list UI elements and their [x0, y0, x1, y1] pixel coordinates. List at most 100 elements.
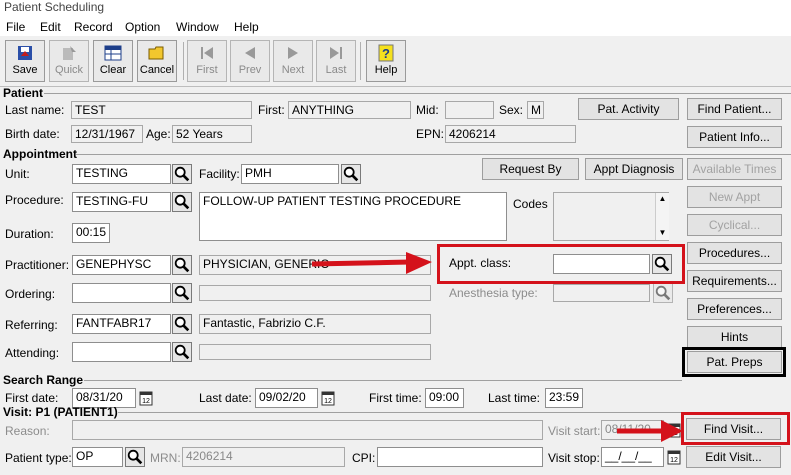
- referring-name-field[interactable]: Fantastic, Fabrizio C.F.: [199, 314, 431, 334]
- new-appt-button[interactable]: New Appt: [687, 186, 782, 208]
- prev-label: Prev: [238, 64, 262, 76]
- quick-label: Quick: [54, 64, 84, 76]
- help-label: Help: [374, 64, 398, 76]
- menu-help[interactable]: Help: [234, 20, 259, 34]
- reason-field[interactable]: [72, 420, 543, 440]
- svg-text:?: ?: [382, 46, 390, 61]
- visit-stop-label: Visit stop:: [548, 451, 600, 465]
- menu-record[interactable]: Record: [74, 20, 113, 34]
- red-arrow-icon: [311, 252, 432, 274]
- pat-activity-button[interactable]: Pat. Activity: [578, 98, 679, 120]
- cpi-field[interactable]: [377, 447, 543, 467]
- edit-visit-button[interactable]: Edit Visit...: [686, 446, 781, 468]
- practitioner-search-button[interactable]: [172, 255, 192, 275]
- menu-file[interactable]: File: [6, 20, 25, 34]
- duration-field[interactable]: 00:15: [72, 223, 110, 243]
- mid-label: Mid:: [416, 103, 439, 117]
- calendar-icon[interactable]: [139, 390, 153, 406]
- appt-class-field[interactable]: [553, 254, 650, 274]
- available-times-button[interactable]: Available Times: [687, 158, 782, 180]
- referring-search-button[interactable]: [172, 314, 192, 334]
- epn-label: EPN:: [416, 127, 445, 141]
- birth-date-field[interactable]: 12/31/1967: [71, 125, 143, 143]
- hints-button[interactable]: Hints: [687, 326, 782, 348]
- divider: [76, 154, 791, 155]
- request-by-button[interactable]: Request By: [482, 158, 579, 180]
- unit-field[interactable]: TESTING: [72, 164, 171, 184]
- practitioner-label: Practitioner:: [5, 258, 70, 272]
- cyclical-button[interactable]: Cyclical...: [687, 214, 782, 236]
- attending-field[interactable]: [72, 342, 171, 362]
- scroll-up-icon[interactable]: ▲: [656, 193, 669, 205]
- find-visit-button[interactable]: Find Visit...: [686, 418, 781, 440]
- quick-button[interactable]: Quick: [49, 40, 89, 82]
- ordering-field[interactable]: [72, 283, 171, 303]
- appt-class-label: Appt. class:: [449, 256, 512, 270]
- unit-search-button[interactable]: [172, 164, 192, 184]
- middle-name-field[interactable]: [445, 101, 494, 119]
- scroll-down-icon[interactable]: ▼: [656, 227, 669, 239]
- ordering-search-button[interactable]: [172, 283, 192, 303]
- sex-field[interactable]: M: [527, 101, 544, 119]
- patient-type-field[interactable]: OP: [72, 447, 123, 467]
- anesthesia-search-button[interactable]: [653, 283, 673, 303]
- age-field[interactable]: 52 Years: [172, 125, 252, 143]
- first-date-label: First date:: [5, 391, 59, 405]
- first-button[interactable]: First: [187, 40, 227, 82]
- first-time-label: First time:: [369, 391, 422, 405]
- procedure-field[interactable]: TESTING-FU: [72, 192, 171, 212]
- toolbar-separator-2: [360, 42, 361, 80]
- menu-option[interactable]: Option: [125, 20, 160, 34]
- mrn-field[interactable]: 4206214: [182, 447, 345, 467]
- appt-class-search-button[interactable]: [652, 254, 672, 274]
- help-icon: ?: [378, 44, 394, 62]
- cancel-button[interactable]: Cancel: [137, 40, 177, 82]
- procedure-description[interactable]: FOLLOW-UP PATIENT TESTING PROCEDURE: [199, 192, 507, 241]
- attending-search-button[interactable]: [172, 342, 192, 362]
- ordering-name-field[interactable]: [199, 285, 431, 301]
- patient-type-search-button[interactable]: [125, 447, 145, 467]
- help-button[interactable]: ? Help: [366, 40, 406, 82]
- menu-window[interactable]: Window: [176, 20, 219, 34]
- clear-button[interactable]: Clear: [93, 40, 133, 82]
- anesthesia-type-field[interactable]: [553, 284, 650, 302]
- unit-label: Unit:: [5, 167, 30, 181]
- facility-search-button[interactable]: [341, 164, 361, 184]
- last-date-field[interactable]: 09/02/20: [255, 388, 318, 408]
- last-name-label: Last name:: [5, 103, 65, 117]
- calendar-icon[interactable]: [667, 449, 681, 465]
- codes-list[interactable]: [553, 192, 669, 241]
- first-name-label: First:: [258, 103, 285, 117]
- menu-edit[interactable]: Edit: [40, 20, 61, 34]
- last-name-field[interactable]: TEST: [71, 101, 252, 119]
- last-date-label: Last date:: [199, 391, 252, 405]
- last-time-field[interactable]: 23:59: [545, 388, 583, 408]
- search-icon: [173, 165, 191, 183]
- procedure-search-button[interactable]: [172, 192, 192, 212]
- calendar-icon[interactable]: [321, 390, 335, 406]
- requirements-button[interactable]: Requirements...: [687, 270, 782, 292]
- save-button[interactable]: Save: [5, 40, 45, 82]
- visit-stop-field[interactable]: __/__/__: [601, 447, 664, 467]
- practitioner-field[interactable]: GENEPHYSC: [72, 255, 171, 275]
- next-button[interactable]: Next: [273, 40, 313, 82]
- mrn-label: MRN:: [150, 451, 181, 465]
- epn-field[interactable]: 4206214: [445, 125, 576, 143]
- procedures-button[interactable]: Procedures...: [687, 242, 782, 264]
- pat-preps-button[interactable]: Pat. Preps: [687, 351, 782, 373]
- divider: [118, 412, 682, 413]
- red-arrow-icon: [617, 420, 683, 442]
- facility-field[interactable]: PMH: [241, 164, 339, 184]
- first-time-field[interactable]: 09:00: [425, 388, 464, 408]
- prev-button[interactable]: Prev: [230, 40, 270, 82]
- patient-info-button[interactable]: Patient Info...: [687, 126, 782, 148]
- last-button[interactable]: Last: [316, 40, 356, 82]
- preferences-button[interactable]: Preferences...: [687, 298, 782, 320]
- attending-name-field[interactable]: [199, 344, 431, 360]
- next-label: Next: [281, 64, 305, 76]
- referring-field[interactable]: FANTFABR17: [72, 314, 171, 334]
- find-patient-button[interactable]: Find Patient...: [687, 98, 782, 120]
- first-name-field[interactable]: ANYTHING: [288, 101, 411, 119]
- appt-diagnosis-button[interactable]: Appt Diagnosis: [585, 158, 683, 180]
- codes-scrollbar[interactable]: ▲ ▼: [655, 193, 669, 240]
